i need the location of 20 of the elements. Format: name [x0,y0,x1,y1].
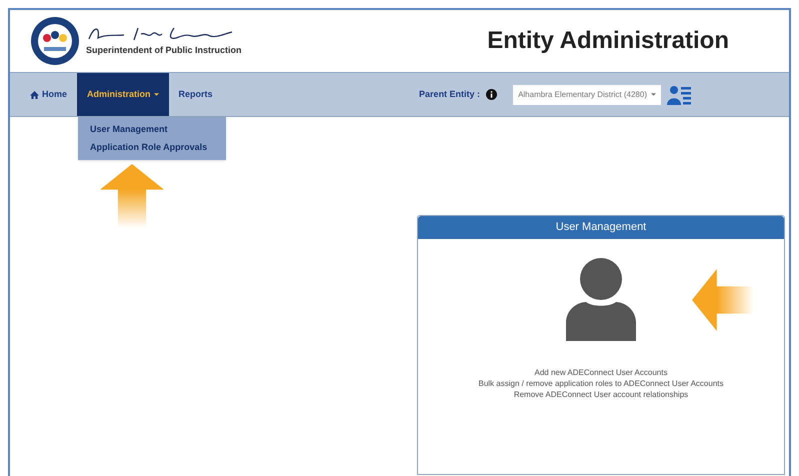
user-list-icon[interactable] [667,84,691,104]
page-title: Entity Administration [487,26,729,56]
parent-entity-label: Parent Entity : [419,88,480,101]
caret-icon [154,93,159,96]
entity-select[interactable]: Alhambra Elementary District (4280) [513,84,661,104]
nav-link[interactable]: Reports [168,73,223,116]
description-line: Add new ADEConnect User Accounts [534,367,668,378]
info-icon [486,89,498,100]
description-line: Remove ADEConnect User account relationships [514,389,688,400]
home-icon [30,90,39,98]
subtitle: Superintendent of Public Instruction [86,44,242,58]
menu-item[interactable]: Application Role Approvals [78,138,226,156]
logo-icon [30,16,80,66]
nav-link[interactable]: Home [20,73,78,116]
nav-dropdown[interactable]: Administration [77,73,169,116]
card-title: User Management [418,216,784,239]
description-line: Bulk assign / remove application roles to ADEConnect User Accounts [478,378,724,389]
user-icon [566,257,636,341]
caret-icon [651,93,656,96]
menu-item[interactable]: User Management [78,121,226,138]
